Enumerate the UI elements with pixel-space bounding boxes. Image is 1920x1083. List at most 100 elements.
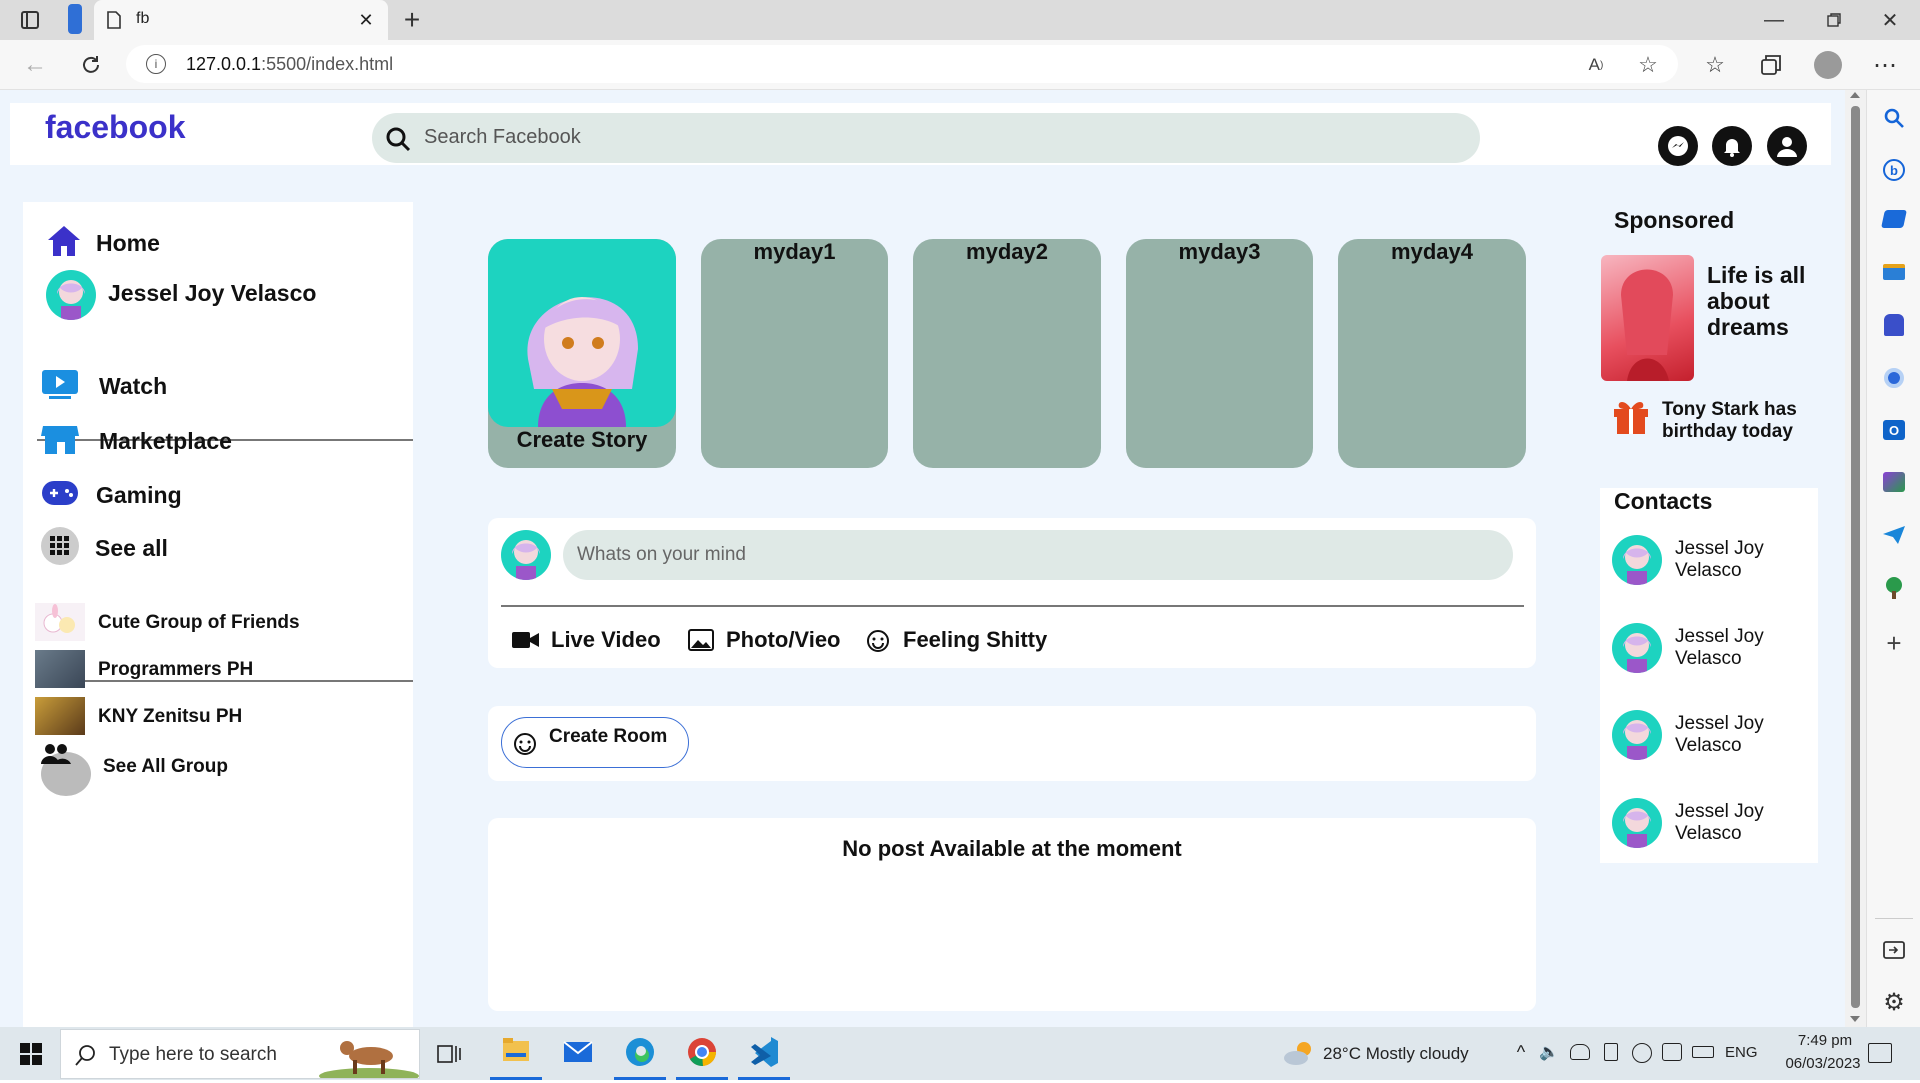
contact-item[interactable]: Jessel Joy Velasco: [1612, 532, 1812, 588]
language-indicator[interactable]: ENG: [1725, 1044, 1758, 1061]
group-item[interactable]: Programmers PH: [35, 650, 365, 690]
battery-icon[interactable]: [1692, 1046, 1714, 1058]
profile-icon[interactable]: [1814, 51, 1842, 79]
new-tab-icon[interactable]: +: [398, 4, 426, 35]
workspaces-icon[interactable]: [68, 4, 82, 34]
sidebar-item-gaming[interactable]: Gaming: [41, 474, 361, 514]
story-card[interactable]: myday2: [913, 239, 1101, 468]
sponsored-ad[interactable]: Life is all about dreams: [1600, 255, 1820, 383]
story-card[interactable]: myday3: [1126, 239, 1313, 468]
collections-icon[interactable]: [1756, 50, 1786, 80]
scrollbar-thumb[interactable]: [1851, 106, 1860, 1008]
fb-logo[interactable]: facebook: [45, 109, 185, 146]
story-label: myday2: [966, 239, 1048, 264]
group-item[interactable]: Cute Group of Friends: [35, 603, 365, 643]
display-icon[interactable]: [1662, 1043, 1682, 1061]
left-sidebar: Home Jessel Joy Velasco Watch Marketplac…: [23, 202, 413, 1027]
favorites-icon[interactable]: ☆: [1700, 50, 1730, 80]
file-explorer-app[interactable]: [490, 1027, 542, 1080]
site-info-icon[interactable]: i: [146, 54, 166, 74]
back-icon[interactable]: ←: [20, 50, 50, 80]
minimize-icon[interactable]: —: [1760, 6, 1788, 34]
notifications-bell-icon[interactable]: [1712, 126, 1752, 166]
tree-icon[interactable]: [1881, 576, 1907, 600]
close-tab-icon[interactable]: ✕: [356, 10, 376, 30]
vscode-app[interactable]: [738, 1027, 790, 1080]
story-card[interactable]: myday4: [1338, 239, 1526, 468]
tab-actions-icon[interactable]: [18, 8, 42, 32]
contact-item[interactable]: Jessel Joy Velasco: [1612, 707, 1812, 763]
tools-icon[interactable]: [1883, 264, 1905, 280]
search-box[interactable]: Search Facebook: [372, 113, 1480, 163]
weather-text[interactable]: 28°C Mostly cloudy: [1323, 1044, 1469, 1064]
page-scrollbar[interactable]: [1845, 90, 1866, 1027]
sidebar-item-marketplace[interactable]: Marketplace: [41, 420, 361, 460]
home-icon: [46, 224, 82, 258]
hide-sidebar-icon[interactable]: [1881, 938, 1907, 962]
task-view-icon[interactable]: [437, 1043, 461, 1065]
speaker-icon[interactable]: 🔈: [1538, 1041, 1560, 1063]
live-video-button[interactable]: Live Video: [512, 626, 672, 656]
scroll-down-icon[interactable]: [1850, 1016, 1860, 1022]
account-icon[interactable]: [1767, 126, 1807, 166]
more-icon[interactable]: ⋯: [1870, 50, 1900, 80]
sidebar-item-watch[interactable]: Watch: [41, 365, 361, 405]
birthday-notice[interactable]: Tony Stark has birthday today: [1612, 395, 1842, 445]
address-bar[interactable]: i 127.0.0.1:5500/index.html A) ☆: [126, 45, 1678, 83]
search-icon[interactable]: [1880, 104, 1908, 132]
outlook-icon[interactable]: O: [1883, 420, 1905, 440]
restore-icon[interactable]: [1820, 6, 1848, 34]
add-icon[interactable]: +: [1881, 628, 1907, 658]
group-item[interactable]: KNY Zenitsu PH: [35, 697, 365, 737]
notification-center-icon[interactable]: [1868, 1043, 1892, 1063]
birthday-text: Tony Stark has birthday today: [1662, 399, 1797, 442]
contact-item[interactable]: Jessel Joy Velasco: [1612, 620, 1812, 676]
sidebar-item-home[interactable]: Home: [46, 222, 346, 262]
add-favorite-icon[interactable]: ☆: [1636, 52, 1660, 77]
search-icon: [384, 125, 412, 153]
mail-app[interactable]: [552, 1027, 604, 1080]
device-icon[interactable]: [1604, 1043, 1618, 1061]
create-story-card[interactable]: Create Story: [488, 239, 676, 468]
onedrive-icon[interactable]: [1570, 1044, 1590, 1060]
ad-image: [1601, 255, 1694, 381]
reload-icon[interactable]: [76, 50, 106, 80]
read-aloud-icon[interactable]: A): [1584, 53, 1608, 77]
marketplace-icon: [41, 424, 79, 456]
weather-icon[interactable]: [1282, 1039, 1316, 1067]
settings-gear-icon[interactable]: ⚙: [1880, 988, 1908, 1016]
scroll-up-icon[interactable]: [1850, 92, 1860, 98]
taskbar-search-box[interactable]: Type here to search: [60, 1029, 420, 1083]
create-room-button[interactable]: Create Room: [501, 717, 689, 768]
photo-video-button[interactable]: Photo/Vieo: [688, 626, 858, 656]
contact-item[interactable]: Jessel Joy Velasco: [1612, 795, 1812, 851]
sidebar-item-see-all[interactable]: See all: [41, 525, 361, 569]
contacts-title: Contacts: [1614, 488, 1713, 514]
close-window-icon[interactable]: ✕: [1876, 6, 1904, 34]
messenger-icon[interactable]: [1658, 126, 1698, 166]
sidebar-item-profile[interactable]: Jessel Joy Velasco: [46, 270, 366, 320]
network-globe-icon[interactable]: [1632, 1043, 1652, 1063]
office-icon[interactable]: [1884, 368, 1904, 388]
whats-on-mind-input[interactable]: Whats on your mind: [563, 530, 1513, 580]
chevron-up-icon[interactable]: ^: [1510, 1041, 1532, 1063]
svg-text:b: b: [1890, 163, 1898, 178]
story-label: myday4: [1391, 239, 1473, 264]
designer-icon[interactable]: [1883, 472, 1905, 492]
edge-app[interactable]: [614, 1027, 666, 1080]
see-all-group-item[interactable]: See All Group: [41, 742, 371, 796]
clock-date[interactable]: 06/03/2023: [1770, 1055, 1876, 1072]
send-icon[interactable]: [1881, 524, 1907, 546]
feeling-button[interactable]: Feeling Shitty: [866, 626, 1066, 656]
games-icon[interactable]: [1884, 314, 1904, 336]
story-card[interactable]: myday1: [701, 239, 888, 468]
search-input[interactable]: Search Facebook: [424, 126, 581, 149]
chrome-app[interactable]: [676, 1027, 728, 1080]
edge-sidebar: b O + ⚙: [1866, 90, 1920, 1027]
browser-tab[interactable]: fb ✕: [94, 0, 388, 40]
clock-time[interactable]: 7:49 pm: [1780, 1032, 1870, 1049]
group-thumbnail: [35, 697, 85, 735]
windows-start-icon[interactable]: [20, 1043, 42, 1065]
bing-chat-icon[interactable]: b: [1880, 156, 1908, 184]
shopping-tag-icon[interactable]: [1881, 210, 1907, 228]
